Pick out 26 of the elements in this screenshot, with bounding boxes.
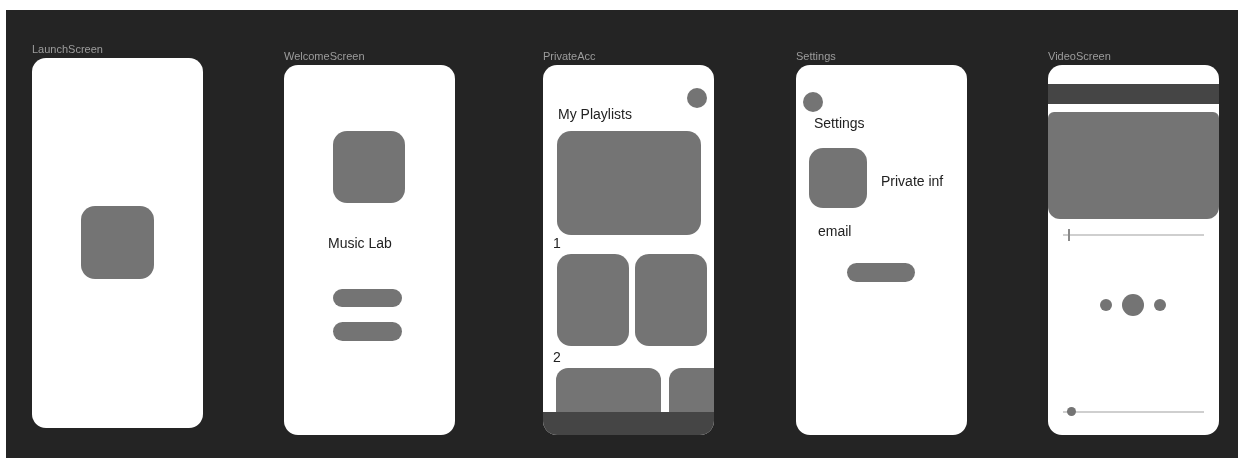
profile-image-placeholder <box>809 148 867 208</box>
app-logo-placeholder <box>333 131 405 203</box>
avatar-circle[interactable] <box>687 88 707 108</box>
next-dot[interactable] <box>1154 299 1166 311</box>
pill-button[interactable] <box>333 289 402 307</box>
frame-label: WelcomeScreen <box>284 50 365 62</box>
avatar-circle[interactable] <box>803 92 823 112</box>
slider-thumb[interactable] <box>1067 229 1070 241</box>
pill-button[interactable] <box>847 263 915 282</box>
section-number: 1 <box>553 235 561 251</box>
app-name: Music Lab <box>328 235 392 251</box>
frame-label: Settings <box>796 50 836 62</box>
previous-dot[interactable] <box>1100 299 1112 311</box>
playlist-card[interactable] <box>635 254 707 346</box>
frame-label: VideoScreen <box>1048 50 1111 62</box>
frame-label: LaunchScreen <box>32 43 103 55</box>
playlists-heading: My Playlists <box>558 106 632 122</box>
play-dot[interactable] <box>1122 294 1144 316</box>
playlist-card[interactable] <box>557 254 629 346</box>
private-info-label: Private inf <box>881 173 944 189</box>
pill-button[interactable] <box>333 322 402 341</box>
frame-label: PrivateAcc <box>543 50 596 62</box>
slider-thumb[interactable] <box>1067 407 1077 416</box>
section-number: 2 <box>553 349 561 365</box>
settings-heading: Settings <box>814 115 865 131</box>
email-label: email <box>818 223 852 239</box>
